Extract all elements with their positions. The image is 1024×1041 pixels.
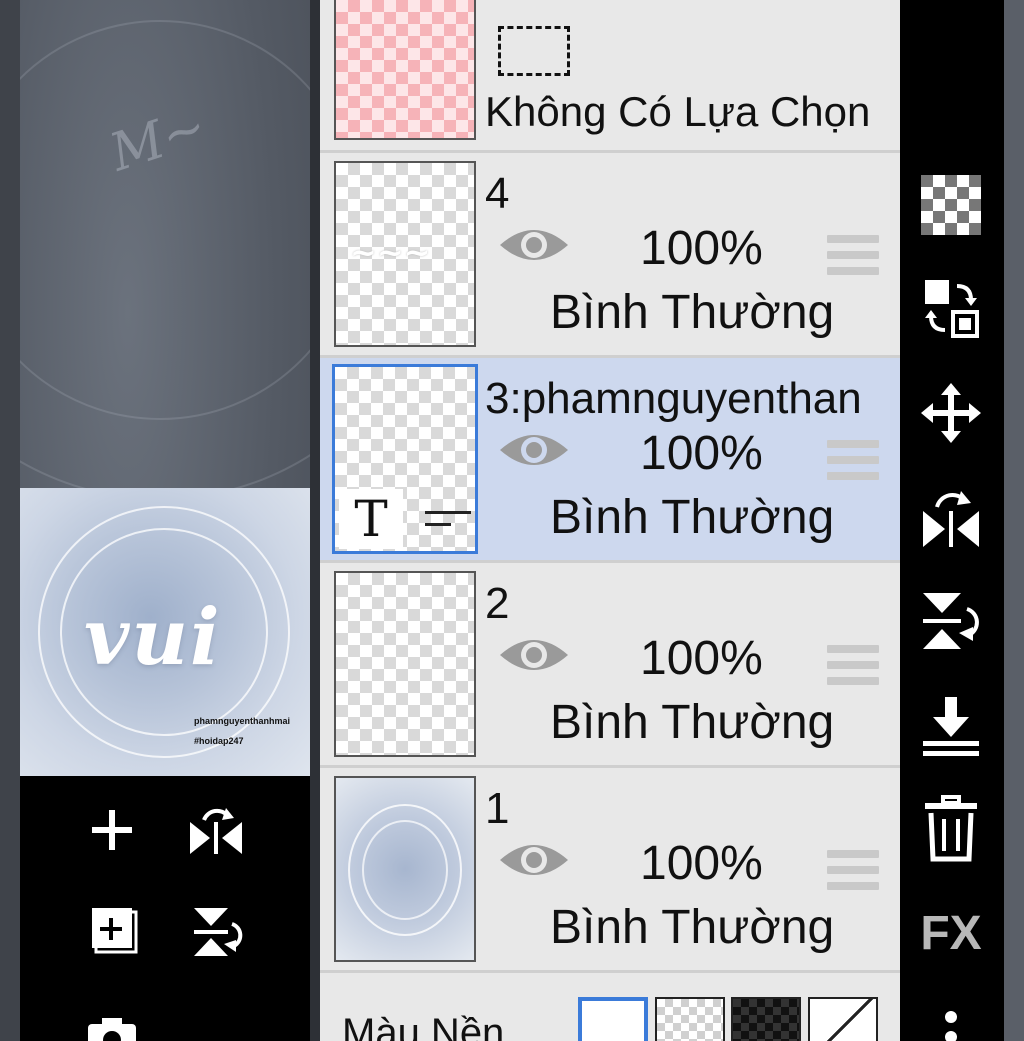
eye-icon[interactable]	[498, 838, 570, 882]
layer-row[interactable]: 1 100% Bình Thường	[320, 768, 900, 973]
layer-name[interactable]: 4	[485, 169, 509, 219]
layer-name[interactable]: 2	[485, 579, 509, 629]
flip-vertical-icon[interactable]	[916, 586, 986, 656]
eye-icon[interactable]	[498, 428, 570, 472]
layer-row-selected[interactable]: T 3:phamnguyenthan 100% Bình Thường	[320, 358, 900, 563]
more-icon[interactable]	[916, 996, 986, 1041]
thumbnail-text-line	[425, 511, 471, 514]
layer-thumbnail	[334, 571, 476, 757]
layer-row[interactable]: 2 100% Bình Thường	[320, 563, 900, 768]
transparency-icon[interactable]	[916, 170, 986, 240]
layer-opacity[interactable]: 100%	[640, 836, 763, 891]
layer-actions-toolbar	[20, 776, 310, 1041]
flip-horizontal-icon[interactable]	[916, 482, 986, 552]
thumbnail-text-mark: ~~~	[350, 233, 431, 271]
preview-credit-name: phamnguyenthanhmai	[194, 716, 291, 726]
layer-thumbnail	[334, 776, 476, 962]
layer-blend-mode[interactable]: Bình Thường	[550, 490, 834, 545]
canvas-ring	[0, 20, 320, 420]
thumbnail-ring	[362, 820, 448, 920]
layer-blend-mode[interactable]: Bình Thường	[550, 285, 834, 340]
eye-icon[interactable]	[498, 223, 570, 267]
layer-name[interactable]: 1	[485, 784, 509, 834]
selection-marquee-icon	[498, 26, 570, 76]
layer-opacity[interactable]: 100%	[640, 221, 763, 276]
background-dark-swatch[interactable]	[731, 997, 801, 1041]
selection-layer-row[interactable]: Không Có Lựa Chọn	[320, 0, 900, 153]
preview-word: vui	[84, 592, 222, 683]
layer-thumbnail: ~~~	[334, 161, 476, 347]
layer-blend-mode[interactable]: Bình Thường	[550, 900, 834, 955]
duplicate-layer-icon[interactable]	[82, 902, 142, 962]
right-edge	[1004, 0, 1024, 1041]
flip-horizontal-icon[interactable]	[186, 800, 246, 860]
background-white-swatch[interactable]	[578, 997, 648, 1041]
fx-icon[interactable]: FX	[916, 898, 986, 968]
layer-opacity[interactable]: 100%	[640, 631, 763, 686]
text-layer-badge-icon: T	[339, 489, 403, 549]
left-edge	[0, 0, 20, 1041]
drag-handle-icon[interactable]	[827, 645, 879, 687]
background-custom-swatch[interactable]	[808, 997, 878, 1041]
panel-divider	[310, 0, 320, 1041]
layers-panel: Không Có Lựa Chọn ~~~ 4 100% Bình Thường…	[320, 0, 900, 1041]
canvas-preview[interactable]: vui phamnguyenthanhmai #hoidap247	[20, 488, 310, 776]
add-layer-icon[interactable]	[82, 800, 142, 860]
trash-icon[interactable]	[916, 794, 986, 864]
background-color-label: Màu Nền	[342, 1011, 505, 1041]
background-color-row: Màu Nền	[320, 975, 900, 1041]
background-transparent-swatch[interactable]	[655, 997, 725, 1041]
flip-vertical-icon[interactable]	[186, 902, 246, 962]
drag-handle-icon[interactable]	[827, 235, 879, 277]
eye-icon[interactable]	[498, 633, 570, 677]
preview-credit-tag: #hoidap247	[194, 736, 244, 746]
selection-layer-label: Không Có Lựa Chọn	[485, 88, 871, 135]
drag-handle-icon[interactable]	[827, 440, 879, 482]
move-icon[interactable]	[916, 378, 986, 448]
layer-blend-mode[interactable]: Bình Thường	[550, 695, 834, 750]
drag-handle-icon[interactable]	[827, 850, 879, 892]
swap-layers-icon[interactable]	[916, 273, 986, 343]
selection-layer-thumbnail	[334, 0, 476, 140]
camera-icon[interactable]	[82, 1004, 142, 1041]
layer-opacity[interactable]: 100%	[640, 426, 763, 481]
layer-row[interactable]: ~~~ 4 100% Bình Thường	[320, 153, 900, 358]
right-toolbar: FX	[900, 0, 1004, 1041]
merge-down-icon[interactable]	[916, 690, 986, 760]
thumbnail-text-line	[425, 523, 451, 526]
layer-thumbnail: T	[332, 364, 478, 554]
layer-name[interactable]: 3:phamnguyenthan	[485, 374, 862, 424]
